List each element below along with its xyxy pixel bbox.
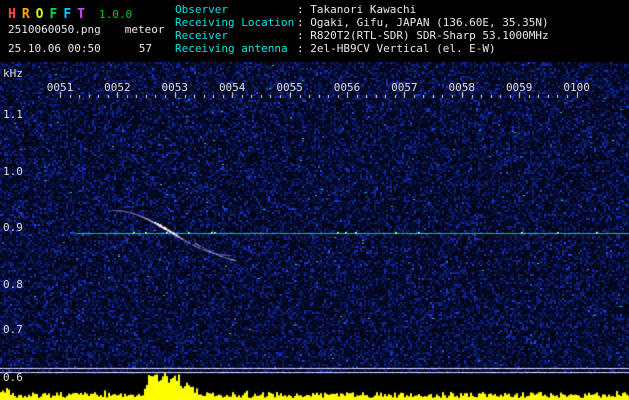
spectrogram-canvas [0, 62, 629, 400]
title-row: HROFFT 1.0.0 [8, 3, 132, 22]
x-tick-label: 0059 [505, 81, 533, 94]
x-tick-label: 0054 [218, 81, 246, 94]
y-tick-label: 0.9 [3, 221, 23, 234]
info-row-observer: Observer : Takanori Kawachi [175, 3, 549, 16]
spectrogram-area: kHz 0051 0052 0053 0054 0055 0056 0057 0058 0059… [0, 62, 629, 400]
y-tick-label: 0.8 [3, 278, 23, 291]
info-label: Receiving antenna [175, 42, 288, 55]
station-info: Observer : Takanori Kawachi Receiving Lo… [175, 3, 549, 55]
datetime-label: 25.10.06 00:50 [8, 42, 101, 55]
y-tick-label: 0.7 [3, 323, 23, 336]
y-axis-unit: kHz [3, 67, 23, 80]
x-tick-label: 0051 [46, 81, 74, 94]
output-filename: 2510060050.png [8, 23, 101, 36]
info-value: : 2el-HB9CV Vertical (el. E-W) [297, 42, 496, 55]
info-row-receiver: Receiver : R820T2(RTL-SDR) SDR-Sharp 53.… [175, 29, 549, 42]
y-tick-label: 1.0 [3, 165, 23, 178]
info-row-antenna: Receiving antenna : 2el-HB9CV Vertical (… [175, 42, 549, 55]
app-title-letter: H [8, 7, 16, 22]
info-value: : Ogaki, Gifu, JAPAN (136.60E, 35.35N) [297, 16, 549, 29]
info-label: Receiving Location [175, 16, 295, 29]
header: HROFFT 1.0.0 2510060050.png meteor 25.10… [0, 0, 629, 62]
x-tick-label: 0056 [333, 81, 361, 94]
app-title-letter: F [63, 7, 72, 22]
mode-label: meteor [124, 23, 165, 36]
x-tick-label: 0100 [563, 81, 590, 94]
y-tick-label: 1.1 [3, 108, 23, 121]
echo-count: 57 [138, 42, 152, 55]
info-row-location: Receiving Location : Ogaki, Gifu, JAPAN … [175, 16, 549, 29]
app-version: 1.0.0 [98, 8, 133, 21]
info-value: : Takanori Kawachi [297, 3, 417, 16]
info-label: Receiver [175, 29, 228, 42]
y-tick-label: 0.6 [3, 371, 23, 384]
x-tick-label: 0055 [276, 81, 303, 94]
app-title-letter: T [77, 7, 85, 22]
x-tick-label: 0057 [391, 81, 418, 94]
app-title-letter: R [21, 7, 30, 22]
x-tick-label: 0052 [104, 81, 131, 94]
app-title-letter: F [49, 7, 58, 22]
app-title-letter: O [35, 7, 44, 22]
x-tick-label: 0058 [448, 81, 476, 94]
info-label: Observer [175, 3, 228, 16]
x-tick-label: 0053 [161, 81, 189, 94]
app-title: HROFFT [8, 3, 91, 22]
file-row: 2510060050.png meteor [8, 23, 164, 36]
info-value: : R820T2(RTL-SDR) SDR-Sharp 53.1000MHz [297, 29, 549, 42]
date-row: 25.10.06 00:50 57 [8, 42, 152, 55]
